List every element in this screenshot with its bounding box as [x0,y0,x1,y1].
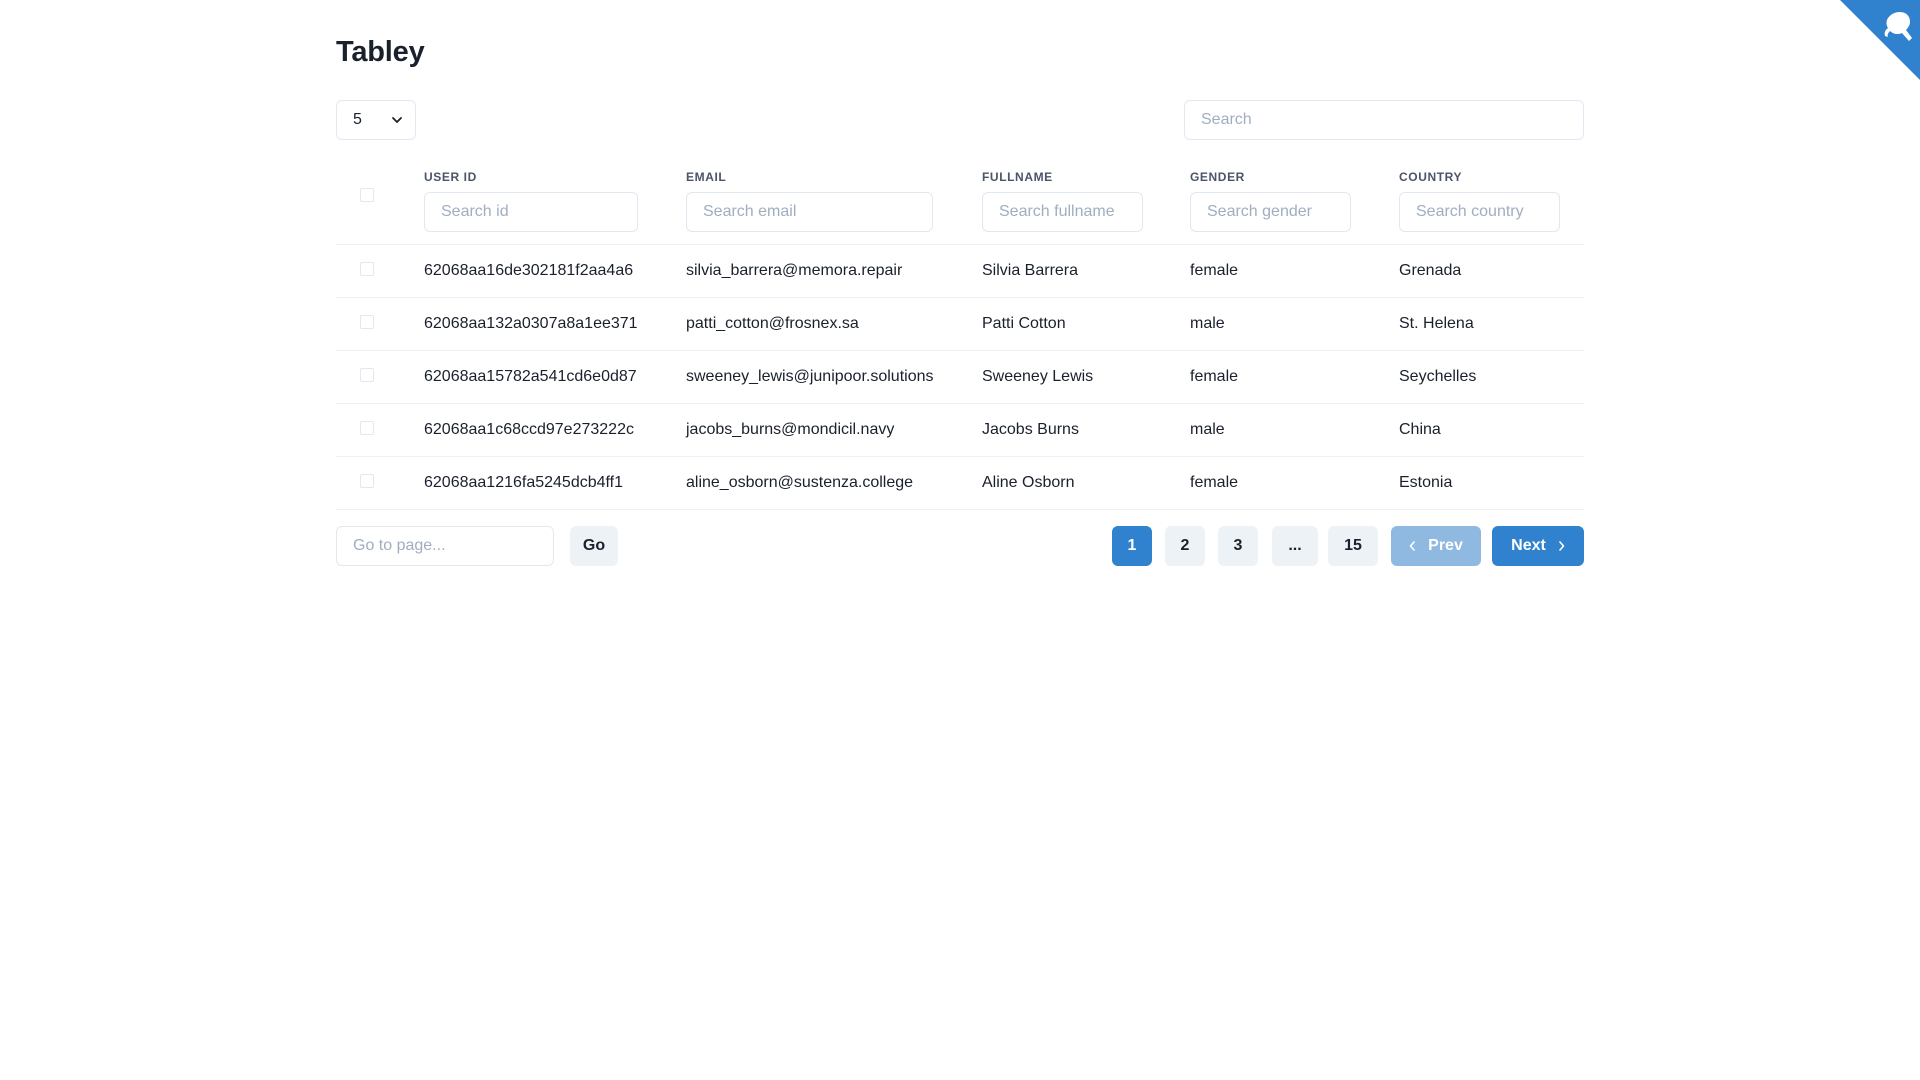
select-all-checkbox[interactable] [360,188,374,202]
fullname-cell: Silvia Barrera [982,262,1079,279]
page-ellipsis-button[interactable]: ... [1272,526,1318,566]
gender-cell: female [1190,474,1239,491]
user-id-cell: 62068aa132a0307a8a1ee371 [424,315,638,332]
fullname-cell: Patti Cotton [982,315,1066,332]
column-header-country[interactable]: COUNTRY [1399,170,1462,184]
fullname-filter-input[interactable] [982,192,1143,232]
page-1-button[interactable]: 1 [1112,526,1152,566]
column-header-fullname[interactable]: FULLNAME [982,170,1053,184]
user-id-cell: 62068aa1216fa5245dcb4ff1 [424,474,624,491]
page-size-select[interactable]: 5 [336,100,416,140]
goto-page-input[interactable] [336,526,554,566]
prev-label: Prev [1428,537,1463,554]
country-cell: Estonia [1399,474,1453,491]
github-corner-icon[interactable] [1840,0,1920,80]
page-2-button[interactable]: 2 [1165,526,1205,566]
fullname-cell: Sweeney Lewis [982,368,1094,385]
page-title: Tabley [336,36,425,68]
next-button[interactable]: Next [1492,526,1584,566]
page-15-button[interactable]: 15 [1328,526,1378,566]
search-input[interactable] [1184,100,1584,140]
email-cell: sweeney_lewis@junipoor.solutions [686,368,934,385]
country-filter-input[interactable] [1399,192,1560,232]
go-button[interactable]: Go [570,526,618,566]
gender-filter-input[interactable] [1190,192,1351,232]
country-cell: China [1399,421,1441,438]
gender-cell: male [1190,315,1225,332]
row-checkbox[interactable] [360,315,374,329]
table-header: USER ID EMAIL FULLNAME GENDER COUNTRY [336,156,1584,245]
row-checkbox[interactable] [360,421,374,435]
data-table: USER ID EMAIL FULLNAME GENDER COUNTRY 62… [336,156,1584,510]
chevron-left-icon [1409,541,1415,551]
chevron-right-icon [1559,541,1565,551]
page-3-button[interactable]: 3 [1218,526,1258,566]
fullname-cell: Aline Osborn [982,474,1075,491]
pagination-bar: Go 1 2 3 ... 15 Prev Next [336,526,1584,566]
next-label: Next [1511,537,1546,554]
user-id-cell: 62068aa16de302181f2aa4a6 [424,262,634,279]
email-cell: aline_osborn@sustenza.college [686,474,914,491]
prev-button[interactable]: Prev [1391,526,1481,566]
table-row: 62068aa16de302181f2aa4a6 silvia_barrera@… [336,245,1584,298]
fullname-cell: Jacobs Burns [982,421,1079,438]
email-cell: silvia_barrera@memora.repair [686,262,903,279]
row-checkbox[interactable] [360,474,374,488]
gender-cell: male [1190,421,1225,438]
gender-cell: female [1190,262,1239,279]
row-checkbox[interactable] [360,262,374,276]
row-checkbox[interactable] [360,368,374,382]
gender-cell: female [1190,368,1239,385]
table-row: 62068aa15782a541cd6e0d87 sweeney_lewis@j… [336,351,1584,404]
country-cell: Seychelles [1399,368,1477,385]
column-header-gender[interactable]: GENDER [1190,170,1245,184]
email-cell: jacobs_burns@mondicil.navy [686,421,895,438]
user-id-cell: 62068aa15782a541cd6e0d87 [424,368,637,385]
country-cell: St. Helena [1399,315,1474,332]
table-row: 62068aa132a0307a8a1ee371 patti_cotton@fr… [336,298,1584,351]
user-id-filter-input[interactable] [424,192,638,232]
page-size-value: 5 [353,111,362,128]
user-id-cell: 62068aa1c68ccd97e273222c [424,421,634,438]
country-cell: Grenada [1399,262,1462,279]
email-filter-input[interactable] [686,192,933,232]
chevron-down-icon [392,117,402,123]
column-header-email[interactable]: EMAIL [686,170,726,184]
table-row: 62068aa1216fa5245dcb4ff1 aline_osborn@su… [336,457,1584,510]
column-header-user-id[interactable]: USER ID [424,170,477,184]
table-row: 62068aa1c68ccd97e273222c jacobs_burns@mo… [336,404,1584,457]
email-cell: patti_cotton@frosnex.sa [686,315,859,332]
